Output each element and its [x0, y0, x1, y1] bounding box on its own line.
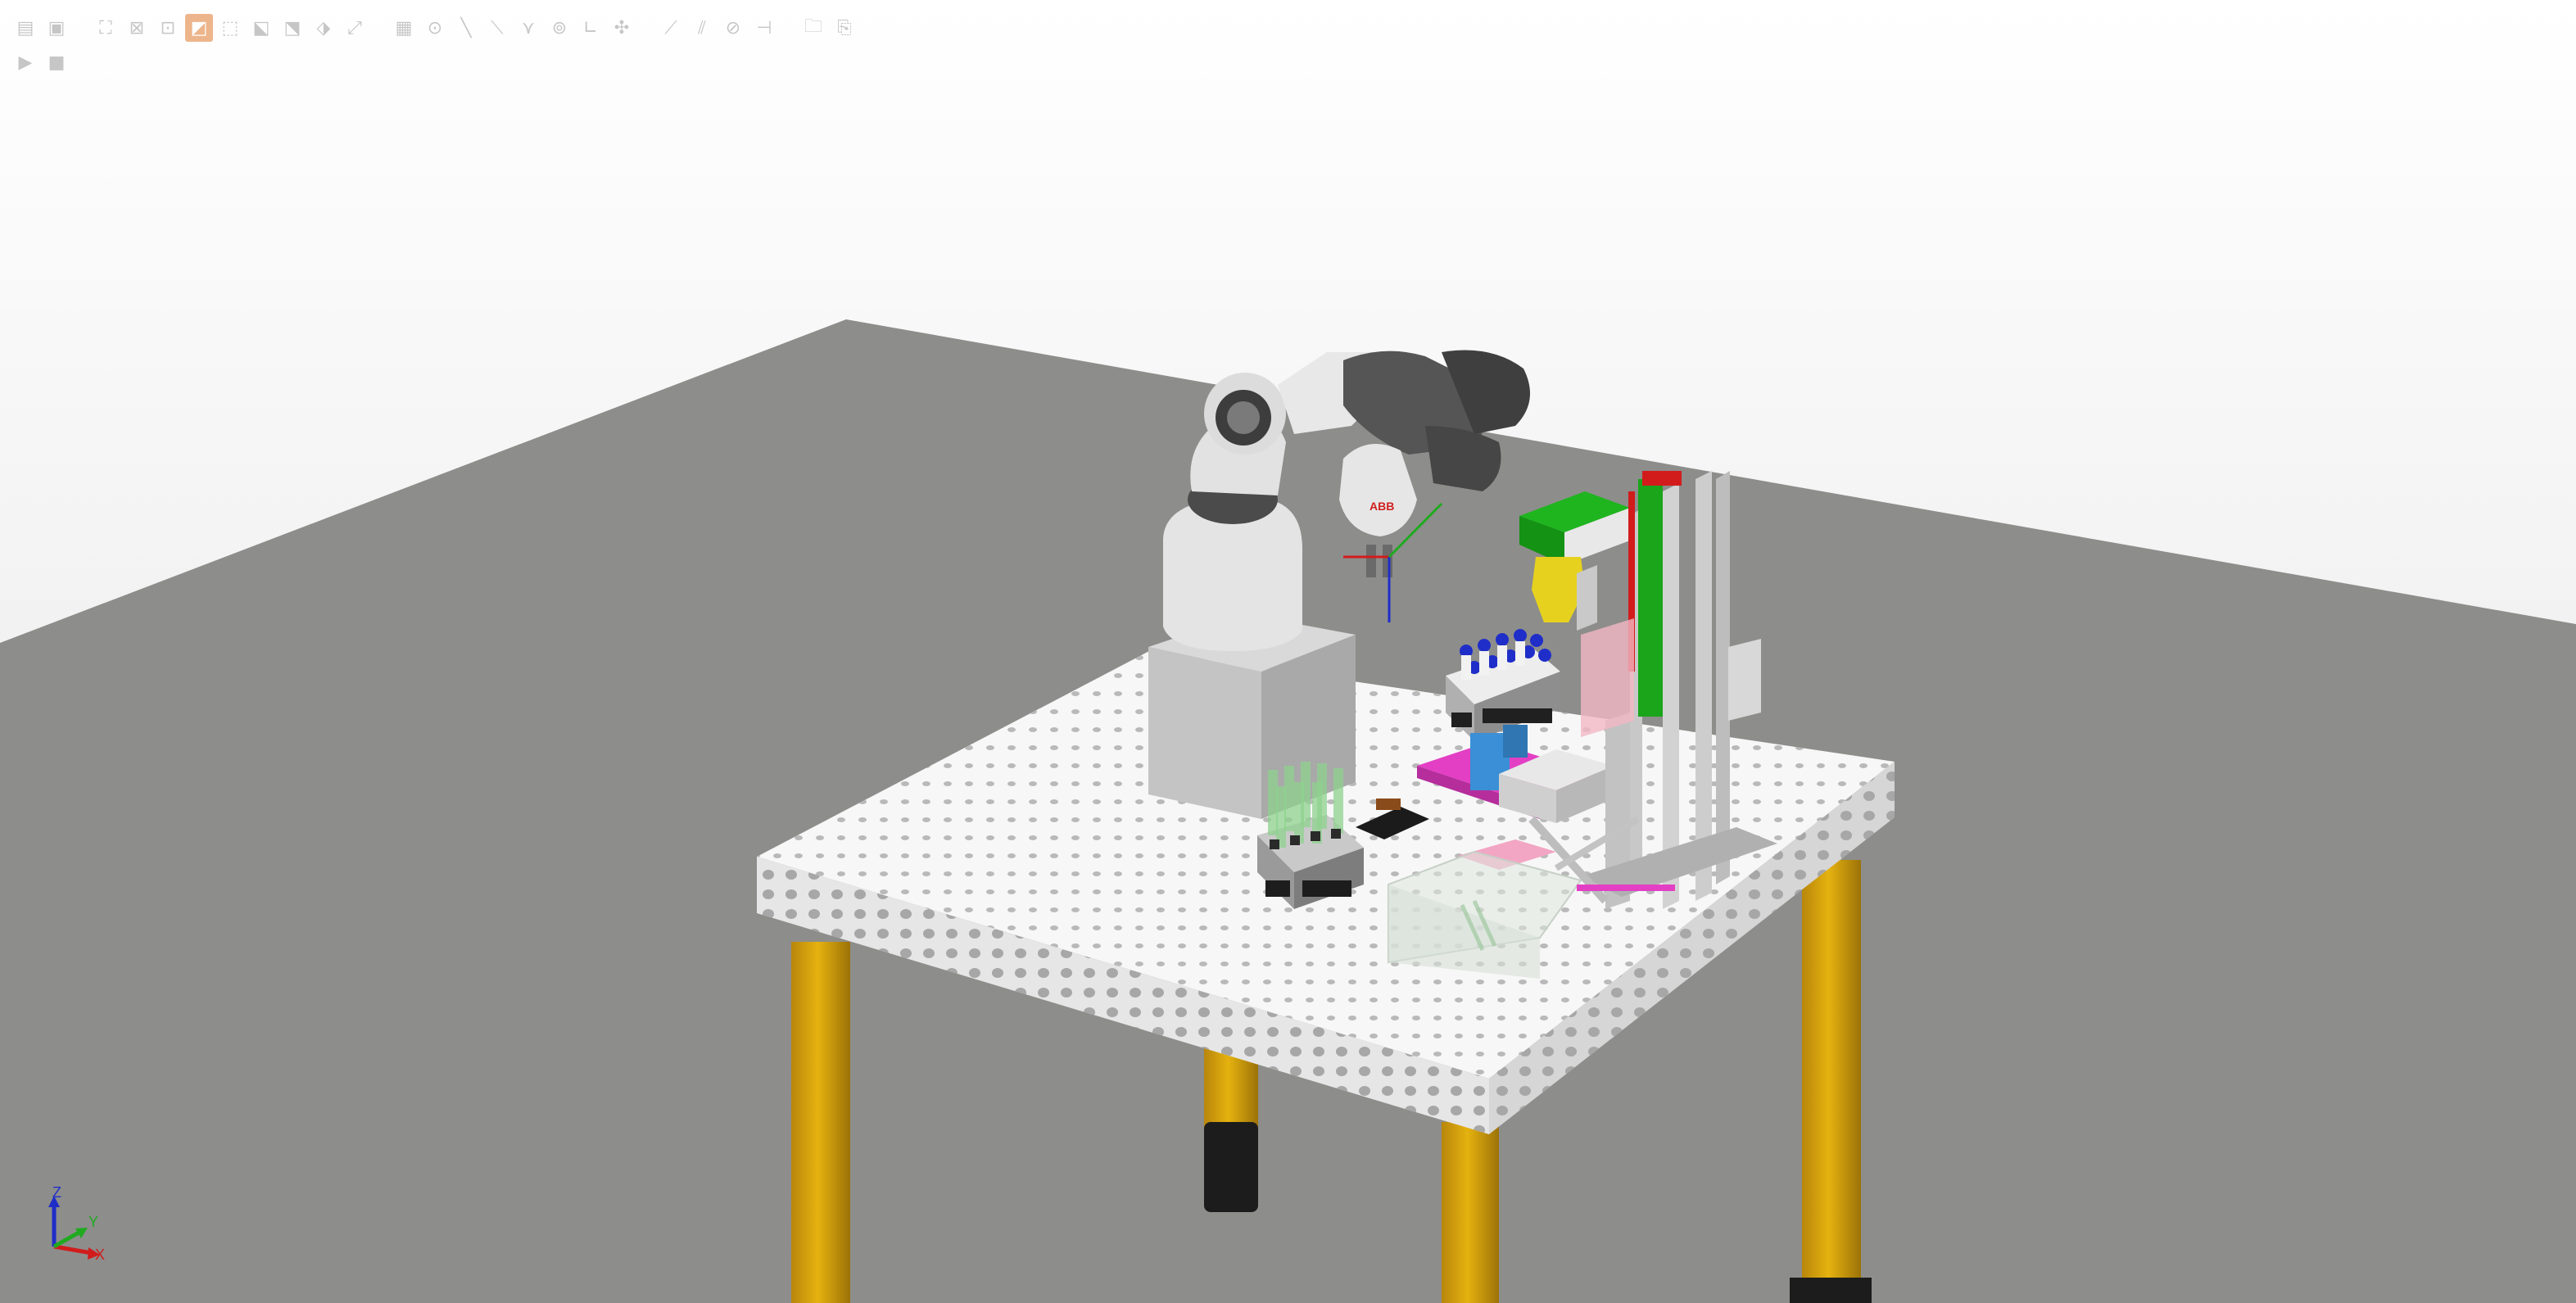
measure-angle-icon[interactable]: ∟ [577, 14, 604, 42]
view-iso-icon[interactable]: ⬗ [310, 14, 337, 42]
render-mode-icon[interactable]: ◩ [185, 14, 213, 42]
simulation-toolbar: ▶ ■ [11, 46, 70, 79]
zoom-fit-icon[interactable]: ⛶ [92, 14, 120, 42]
folder-icon[interactable]: 🗀 [799, 14, 827, 42]
axis-triad: Z Y X [43, 1184, 116, 1263]
snap-edge-icon[interactable]: ╲ [452, 14, 480, 42]
stop-icon[interactable]: ■ [43, 48, 70, 76]
open-file-icon[interactable]: ▣ [43, 14, 70, 42]
measure-distance-icon[interactable]: ⟋ [657, 14, 685, 42]
zoom-selection-icon[interactable]: ⊡ [154, 14, 182, 42]
view-side-icon[interactable]: ⬔ [278, 14, 306, 42]
clipboard-icon[interactable]: ⎘ [831, 14, 858, 42]
snap-center-icon[interactable]: ⊚ [546, 14, 573, 42]
3d-viewport[interactable]: ABB [0, 0, 2576, 1303]
view-top-icon[interactable]: ⬕ [247, 14, 275, 42]
new-file-icon[interactable]: ▤ [11, 14, 39, 42]
axis-x-label: X [95, 1246, 106, 1263]
grid-icon[interactable]: ▦ [390, 14, 418, 42]
axis-z-label: Z [52, 1184, 61, 1201]
snap-line-icon[interactable]: ⟍ [483, 14, 511, 42]
measure-chain-icon[interactable]: ⫽ [688, 14, 716, 42]
view-front-icon[interactable]: ⬚ [216, 14, 244, 42]
snap-point-icon[interactable]: ⊙ [421, 14, 449, 42]
zoom-window-icon[interactable]: ⊠ [123, 14, 151, 42]
move-icon[interactable]: ✣ [608, 14, 636, 42]
measure-dimension-icon[interactable]: ⊣ [750, 14, 778, 42]
main-toolbar: ▤ ▣ ⛶ ⊠ ⊡ ◩ ⬚ ⬕ ⬔ ⬗ ⤢ ▦ ⊙ ╲ ⟍ ⋎ ⊚ ∟ ✣ ⟋ ⫽ ⊘ ⊣ 🗀 ⎘ [11, 11, 858, 44]
axis-y-label: Y [88, 1214, 99, 1230]
scene-svg: ABB [0, 0, 2576, 1303]
play-icon[interactable]: ▶ [11, 48, 39, 76]
view-custom-icon[interactable]: ⤢ [341, 14, 369, 42]
measure-circle-icon[interactable]: ⊘ [719, 14, 747, 42]
robot-brand-label: ABB [1369, 500, 1394, 513]
snap-vertex-icon[interactable]: ⋎ [514, 14, 542, 42]
